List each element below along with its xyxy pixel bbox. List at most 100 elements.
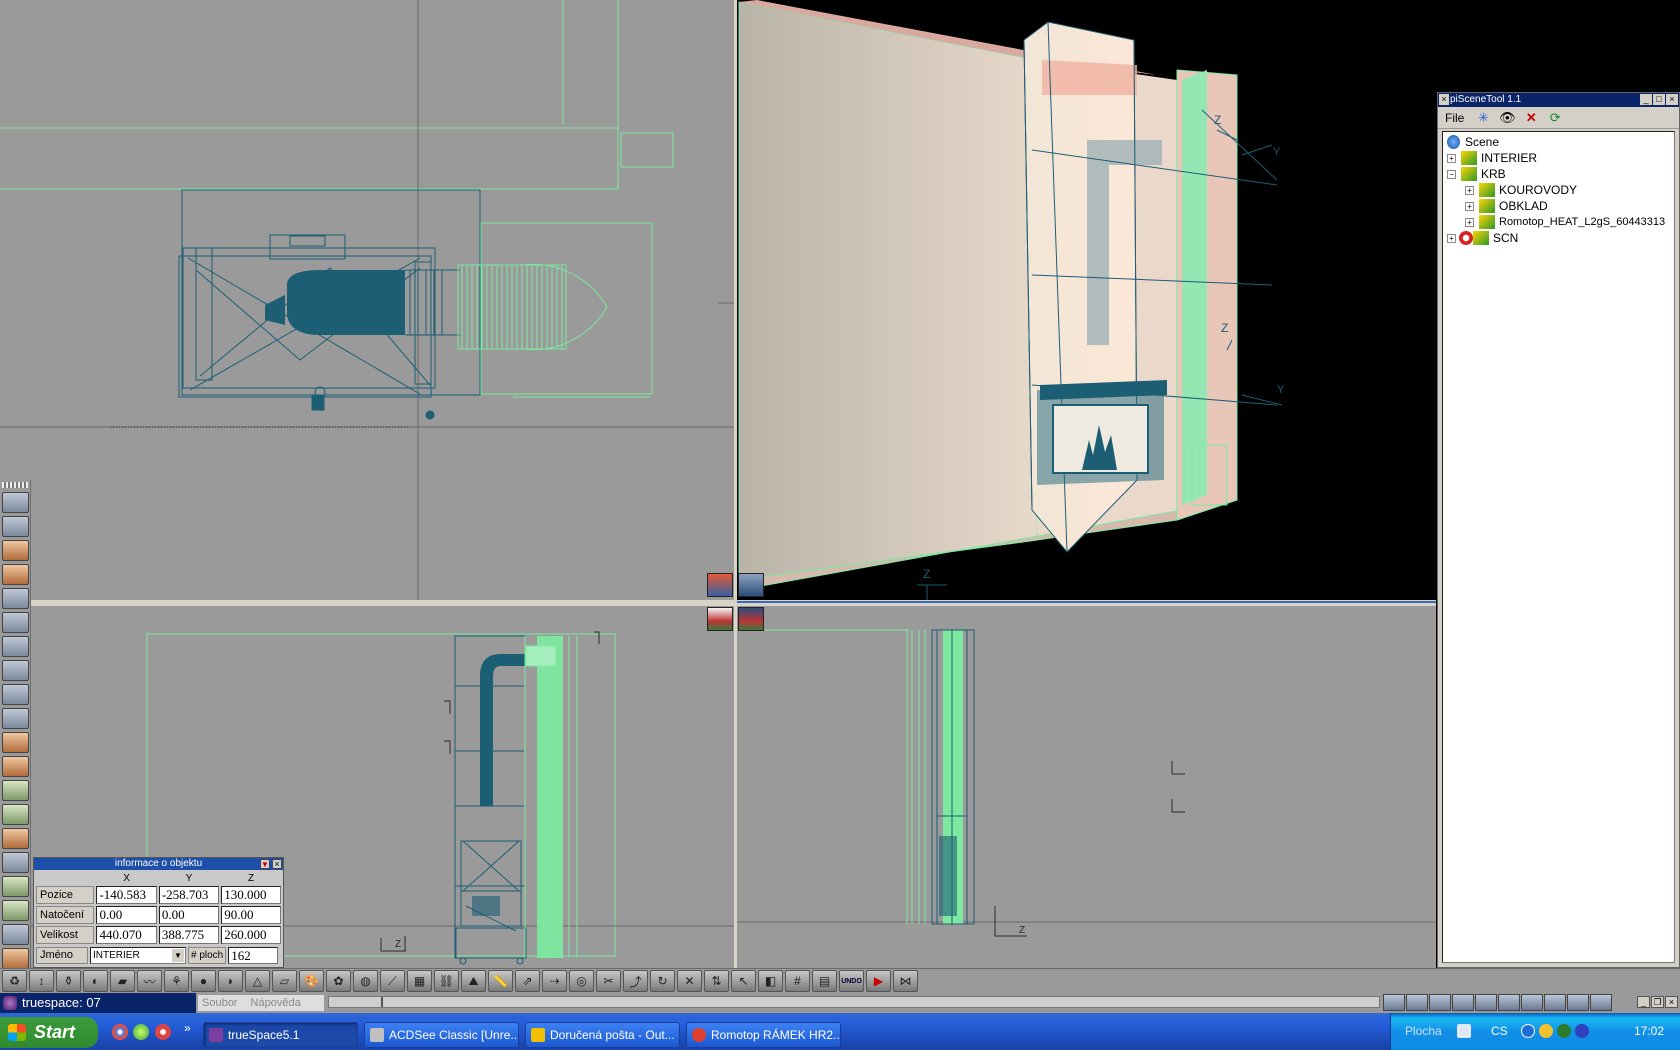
car-icon[interactable]: ▰ bbox=[110, 970, 135, 992]
rotation-y-field[interactable]: 0.00 bbox=[158, 906, 220, 924]
rotation-x-field[interactable]: 0.00 bbox=[96, 906, 157, 924]
shape-icon[interactable]: ◗ bbox=[218, 970, 243, 992]
tree-node-interier[interactable]: + INTERIER bbox=[1443, 150, 1674, 166]
render-icon[interactable] bbox=[1498, 994, 1520, 1011]
image-icon[interactable] bbox=[2, 780, 29, 801]
spin-icon[interactable]: ↻ bbox=[650, 970, 675, 992]
maximize-icon[interactable]: □ bbox=[1653, 94, 1665, 105]
view-icon[interactable] bbox=[2, 684, 29, 705]
palette-icon[interactable] bbox=[2, 828, 29, 849]
volume-icon[interactable] bbox=[1539, 1024, 1553, 1038]
expand-icon[interactable]: + bbox=[1465, 202, 1474, 211]
minimize-icon[interactable]: _ bbox=[1637, 996, 1650, 1008]
primitive-icon[interactable]: ● bbox=[191, 970, 216, 992]
taskbar-item-acdsee[interactable]: ACDSee Classic [Unre... bbox=[364, 1022, 519, 1048]
view-icon[interactable] bbox=[2, 636, 29, 657]
deform-icon[interactable]: 〰 bbox=[137, 970, 162, 992]
select-object-icon[interactable]: ✳ bbox=[1474, 110, 1492, 126]
camera-view-icon[interactable] bbox=[738, 573, 764, 597]
view-icon[interactable] bbox=[2, 492, 29, 513]
network-icon[interactable] bbox=[1521, 1024, 1535, 1038]
terrain-icon[interactable]: ⛰ bbox=[461, 970, 486, 992]
render-icon[interactable] bbox=[1475, 994, 1497, 1011]
view-icon[interactable] bbox=[2, 516, 29, 537]
tray-icon[interactable] bbox=[1575, 1024, 1589, 1038]
start-button[interactable]: Start bbox=[0, 1017, 98, 1048]
render-view-icon[interactable] bbox=[707, 573, 733, 597]
desktop-icon[interactable] bbox=[1457, 1024, 1471, 1038]
triangle-icon[interactable]: △ bbox=[245, 970, 270, 992]
grid-icon[interactable]: # bbox=[785, 970, 810, 992]
render-icon[interactable] bbox=[1567, 994, 1589, 1011]
quicklaunch-icon[interactable] bbox=[133, 1024, 149, 1040]
landscape-icon[interactable] bbox=[2, 900, 29, 921]
menu-file[interactable]: Soubor bbox=[202, 997, 237, 1009]
taskbar-item-chrome[interactable]: Romotop RÁMEK HR2... bbox=[686, 1022, 841, 1048]
measure-icon[interactable]: 📏 bbox=[488, 970, 513, 992]
swirl-icon[interactable]: ✿ bbox=[326, 970, 351, 992]
rotation-z-field[interactable]: 90.00 bbox=[221, 906, 281, 924]
primitives-icon[interactable] bbox=[2, 756, 29, 777]
expand-icon[interactable]: + bbox=[1465, 218, 1474, 227]
file-menu[interactable]: File bbox=[1441, 109, 1468, 127]
tools-icon[interactable] bbox=[2, 924, 29, 945]
expand-icon[interactable]: + bbox=[1447, 234, 1456, 243]
viewport-perspective[interactable]: Z Z Z Y Y bbox=[737, 0, 1436, 601]
eye-icon[interactable]: 👁 bbox=[1498, 110, 1516, 126]
more-icon[interactable]: » bbox=[184, 1021, 191, 1035]
play-icon[interactable]: ▶ bbox=[866, 970, 891, 992]
panel-menu-icon[interactable]: ▼ bbox=[260, 859, 270, 869]
tree-node-kourovody[interactable]: + KOUROVODY bbox=[1443, 182, 1674, 198]
render-icon[interactable] bbox=[1544, 994, 1566, 1011]
landscape-icon[interactable] bbox=[2, 876, 29, 897]
percent-icon[interactable] bbox=[2, 804, 29, 825]
tree-node-krb[interactable]: − KRB bbox=[1443, 166, 1674, 182]
sweep-icon[interactable]: ⇗ bbox=[515, 970, 540, 992]
sphere-icon[interactable]: ◍ bbox=[353, 970, 378, 992]
viewport-top[interactable] bbox=[0, 0, 734, 600]
chevron-down-icon[interactable]: ▼ bbox=[172, 949, 184, 962]
close-icon[interactable]: × bbox=[272, 859, 282, 869]
size-x-field[interactable]: 440.070 bbox=[96, 926, 157, 944]
tree-node-romotop[interactable]: + Romotop_HEAT_L2gS_60443313 bbox=[1443, 214, 1674, 230]
size-y-field[interactable]: 388.775 bbox=[158, 926, 220, 944]
refresh-icon[interactable]: ⟳ bbox=[1546, 110, 1564, 126]
pointer-icon[interactable]: ↖ bbox=[731, 970, 756, 992]
spheres-icon[interactable]: ⚘ bbox=[164, 970, 189, 992]
view-icon[interactable] bbox=[2, 588, 29, 609]
gradient-icon[interactable] bbox=[2, 852, 29, 873]
position-z-field[interactable]: 130.000 bbox=[221, 886, 281, 904]
page-icon[interactable]: ▤ bbox=[812, 970, 837, 992]
render-icon[interactable] bbox=[1406, 994, 1428, 1011]
view-icon[interactable] bbox=[2, 612, 29, 633]
name-select[interactable]: INTERIER ▼ bbox=[90, 947, 186, 964]
close-icon[interactable]: × bbox=[1665, 996, 1678, 1008]
timeline-slider[interactable] bbox=[328, 996, 1380, 1008]
bones-icon[interactable]: ✕ bbox=[677, 970, 702, 992]
minimize-icon[interactable]: _ bbox=[1640, 94, 1652, 105]
side-view-icon[interactable] bbox=[738, 607, 764, 631]
render-icon[interactable] bbox=[1429, 994, 1451, 1011]
splitter-vertical[interactable] bbox=[734, 0, 737, 978]
menu-help[interactable]: Nápověda bbox=[251, 997, 301, 1009]
delete-icon[interactable]: ✕ bbox=[1522, 110, 1540, 126]
paint-icon[interactable]: 🎨 bbox=[299, 970, 324, 992]
render-icon[interactable] bbox=[1383, 994, 1405, 1011]
render-icon[interactable] bbox=[1452, 994, 1474, 1011]
primitives-icon[interactable] bbox=[2, 564, 29, 585]
render-grid-icon[interactable]: ⋈ bbox=[893, 970, 918, 992]
primitives-icon[interactable] bbox=[2, 540, 29, 561]
lathe-icon[interactable]: ⇢ bbox=[542, 970, 567, 992]
restore-icon[interactable]: ❐ bbox=[1651, 996, 1664, 1008]
texture-icon[interactable]: ▦ bbox=[407, 970, 432, 992]
view-icon[interactable] bbox=[2, 708, 29, 729]
plane-icon[interactable]: ▱ bbox=[272, 970, 297, 992]
undo-button[interactable]: UNDO bbox=[839, 970, 864, 992]
close-icon[interactable]: × bbox=[1666, 94, 1678, 105]
security-icon[interactable] bbox=[1557, 1024, 1571, 1038]
position-x-field[interactable]: -140.583 bbox=[96, 886, 157, 904]
cube-icon[interactable]: ◧ bbox=[758, 970, 783, 992]
viewport-side[interactable]: Z bbox=[737, 606, 1436, 978]
taskbar-item-truespace[interactable]: trueSpace5.1 bbox=[203, 1022, 358, 1048]
desktop-toolbar-label[interactable]: Plocha bbox=[1405, 1024, 1442, 1038]
